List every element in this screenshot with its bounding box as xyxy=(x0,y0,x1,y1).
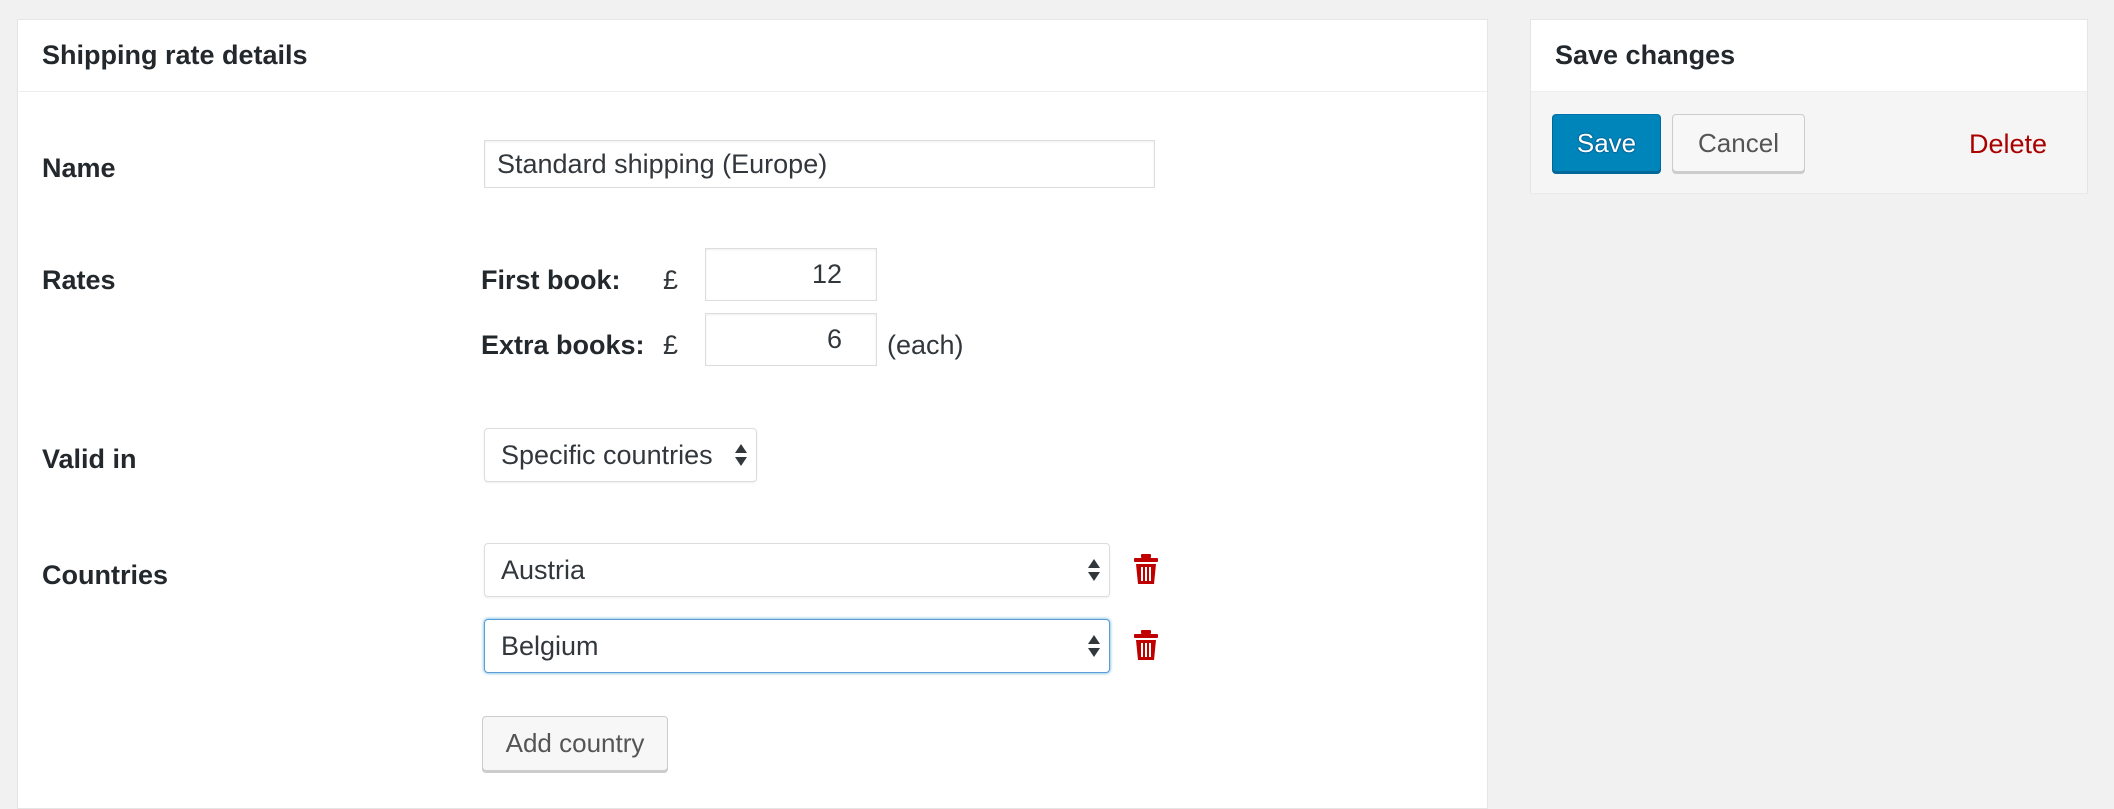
first-book-currency: £ xyxy=(663,265,679,295)
name-label: Name xyxy=(42,153,116,183)
shipping-rate-details-panel: Shipping rate details Name Rates First b… xyxy=(17,19,1488,809)
add-country-button[interactable]: Add country xyxy=(482,716,668,771)
first-book-label: First book: xyxy=(481,265,621,295)
valid-in-select[interactable]: Specific countries xyxy=(484,428,757,482)
select-arrows-icon xyxy=(1088,559,1100,581)
first-book-rate-input[interactable] xyxy=(705,248,877,301)
country-selected-value: Belgium xyxy=(501,630,599,661)
country-select-belgium[interactable]: Belgium xyxy=(484,619,1110,673)
country-selected-value: Austria xyxy=(501,554,586,585)
countries-label: Countries xyxy=(42,560,169,590)
name-input[interactable] xyxy=(484,140,1155,188)
extra-books-rate-input[interactable] xyxy=(705,313,877,366)
valid-in-selected-value: Specific countries xyxy=(501,439,713,470)
rates-label: Rates xyxy=(42,265,116,295)
country-select-austria[interactable]: Austria xyxy=(484,543,1110,597)
save-actions: Save Cancel Delete xyxy=(1531,92,2087,193)
panel-header: Save changes xyxy=(1531,20,2087,92)
panel-title: Shipping rate details xyxy=(42,40,308,70)
panel-title: Save changes xyxy=(1555,40,1736,70)
trash-icon[interactable] xyxy=(1133,629,1159,661)
select-arrows-icon xyxy=(735,444,747,466)
cancel-button[interactable]: Cancel xyxy=(1672,114,1805,172)
save-changes-panel: Save changes Save Cancel Delete xyxy=(1530,19,2088,193)
panel-header: Shipping rate details xyxy=(18,20,1487,92)
extra-books-currency: £ xyxy=(663,330,679,360)
valid-in-label: Valid in xyxy=(42,444,137,474)
extra-books-label: Extra books: xyxy=(481,330,645,360)
select-arrows-icon xyxy=(1088,635,1100,657)
each-note: (each) xyxy=(887,330,964,360)
delete-link[interactable]: Delete xyxy=(1969,129,2047,160)
save-button[interactable]: Save xyxy=(1552,114,1661,172)
trash-icon[interactable] xyxy=(1133,553,1159,585)
